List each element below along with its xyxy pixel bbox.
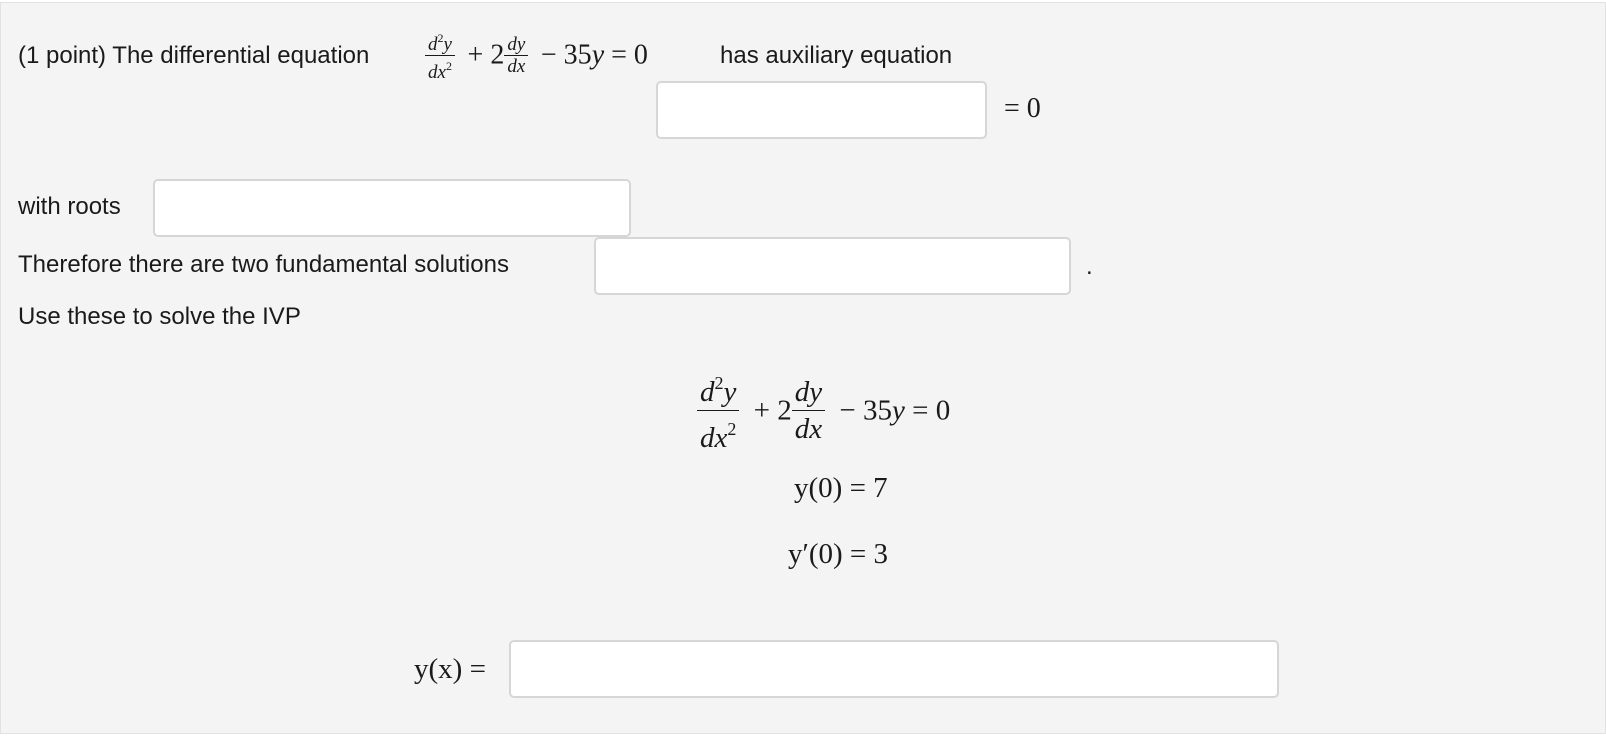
display-ode: d2y dx2 + 2 dy dx − 35y = 0 (697, 365, 950, 456)
fundamental-solutions-label: Therefore there are two fundamental solu… (18, 251, 509, 278)
second-derivative-fraction: d2y dx2 (425, 28, 455, 83)
problem-panel: (1 point) The differential equation d2y … (0, 2, 1606, 734)
roots-input[interactable] (153, 179, 631, 237)
auxiliary-equation-input[interactable] (656, 81, 987, 139)
initial-condition-1: y(0) = 7 (794, 472, 888, 504)
display-ode-tail: − 35y = 0 (832, 394, 951, 427)
period-mark: . (1086, 253, 1093, 280)
display-first-derivative: dy dx (791, 374, 826, 447)
equals-zero-label: = 0 (1004, 93, 1041, 124)
problem-intro: (1 point) The differential equation (18, 42, 370, 69)
inline-ode-tail: − 35y = 0 (535, 39, 648, 71)
has-auxiliary-text: has auxiliary equation (720, 42, 953, 69)
display-second-derivative: d2y dx2 (697, 365, 740, 456)
solution-label: y(x) = (414, 653, 486, 685)
with-roots-label: with roots (18, 193, 121, 220)
fundamental-solutions-input[interactable] (594, 237, 1071, 295)
inline-ode: d2y dx2 + 2 dy dx − 35y = 0 (425, 28, 648, 83)
first-derivative-fraction: dy dx (504, 34, 529, 77)
use-these-label: Use these to solve the IVP (18, 303, 301, 330)
solution-input[interactable] (509, 640, 1279, 698)
initial-condition-2: y′(0) = 3 (788, 538, 889, 570)
